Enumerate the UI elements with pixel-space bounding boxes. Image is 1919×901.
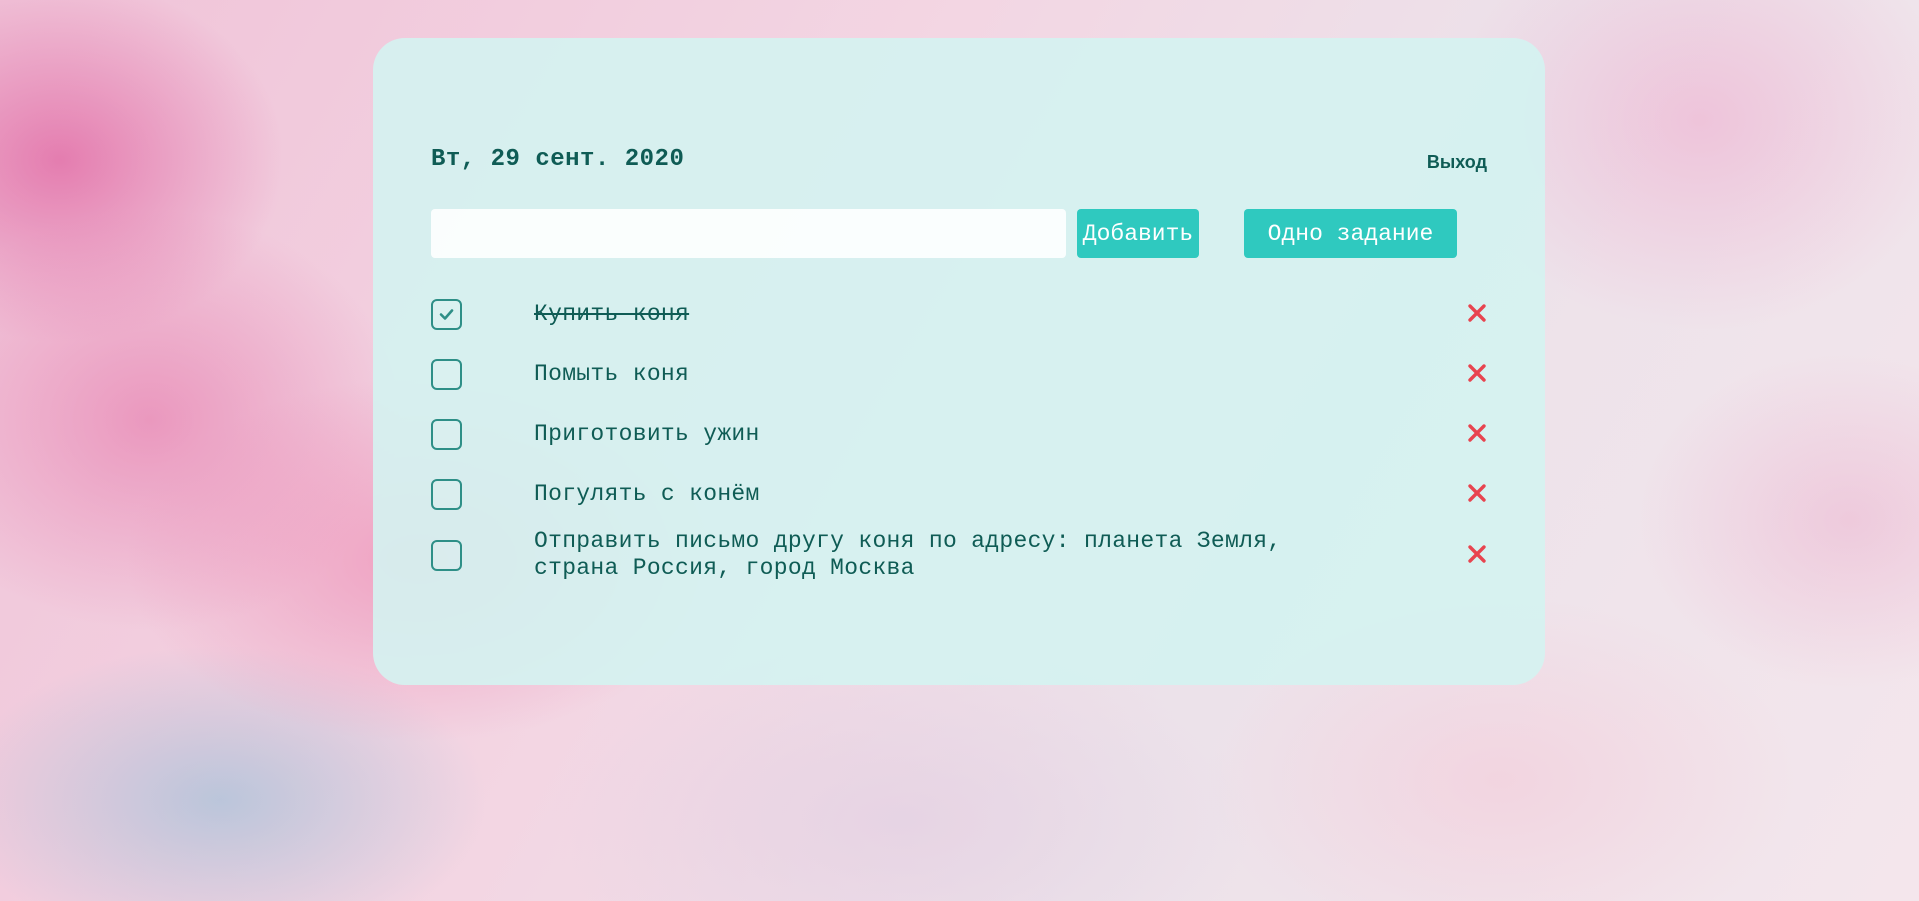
- task-checkbox[interactable]: [431, 359, 462, 390]
- new-task-input[interactable]: [431, 209, 1066, 258]
- task-text: Отправить письмо другу коня по адресу: п…: [534, 528, 1282, 581]
- task-text: Приготовить ужин: [534, 421, 760, 447]
- task-checkbox[interactable]: [431, 479, 462, 510]
- task-checkbox[interactable]: [431, 419, 462, 450]
- close-icon: [1468, 364, 1486, 382]
- one-task-button[interactable]: Одно задание: [1244, 209, 1457, 258]
- current-date: Вт, 29 сент. 2020: [431, 146, 685, 173]
- close-icon: [1468, 304, 1486, 322]
- task-text: Погулять с конём: [534, 481, 760, 507]
- task-checkbox[interactable]: [431, 299, 462, 330]
- check-icon: [439, 309, 454, 320]
- delete-task-button[interactable]: [1466, 422, 1488, 444]
- task-checkbox[interactable]: [431, 540, 462, 571]
- close-icon: [1468, 545, 1486, 563]
- add-task-button[interactable]: Добавить: [1077, 209, 1199, 258]
- task-text: Купить коня: [534, 301, 690, 327]
- delete-task-button[interactable]: [1466, 362, 1488, 384]
- delete-task-button[interactable]: [1466, 543, 1488, 565]
- todo-card: Вт, 29 сент. 2020 Выход Добавить Одно за…: [373, 38, 1545, 685]
- task-text: Помыть коня: [534, 361, 690, 387]
- delete-task-button[interactable]: [1466, 302, 1488, 324]
- logout-link[interactable]: Выход: [1427, 152, 1487, 173]
- close-icon: [1468, 484, 1486, 502]
- close-icon: [1468, 424, 1486, 442]
- delete-task-button[interactable]: [1466, 482, 1488, 504]
